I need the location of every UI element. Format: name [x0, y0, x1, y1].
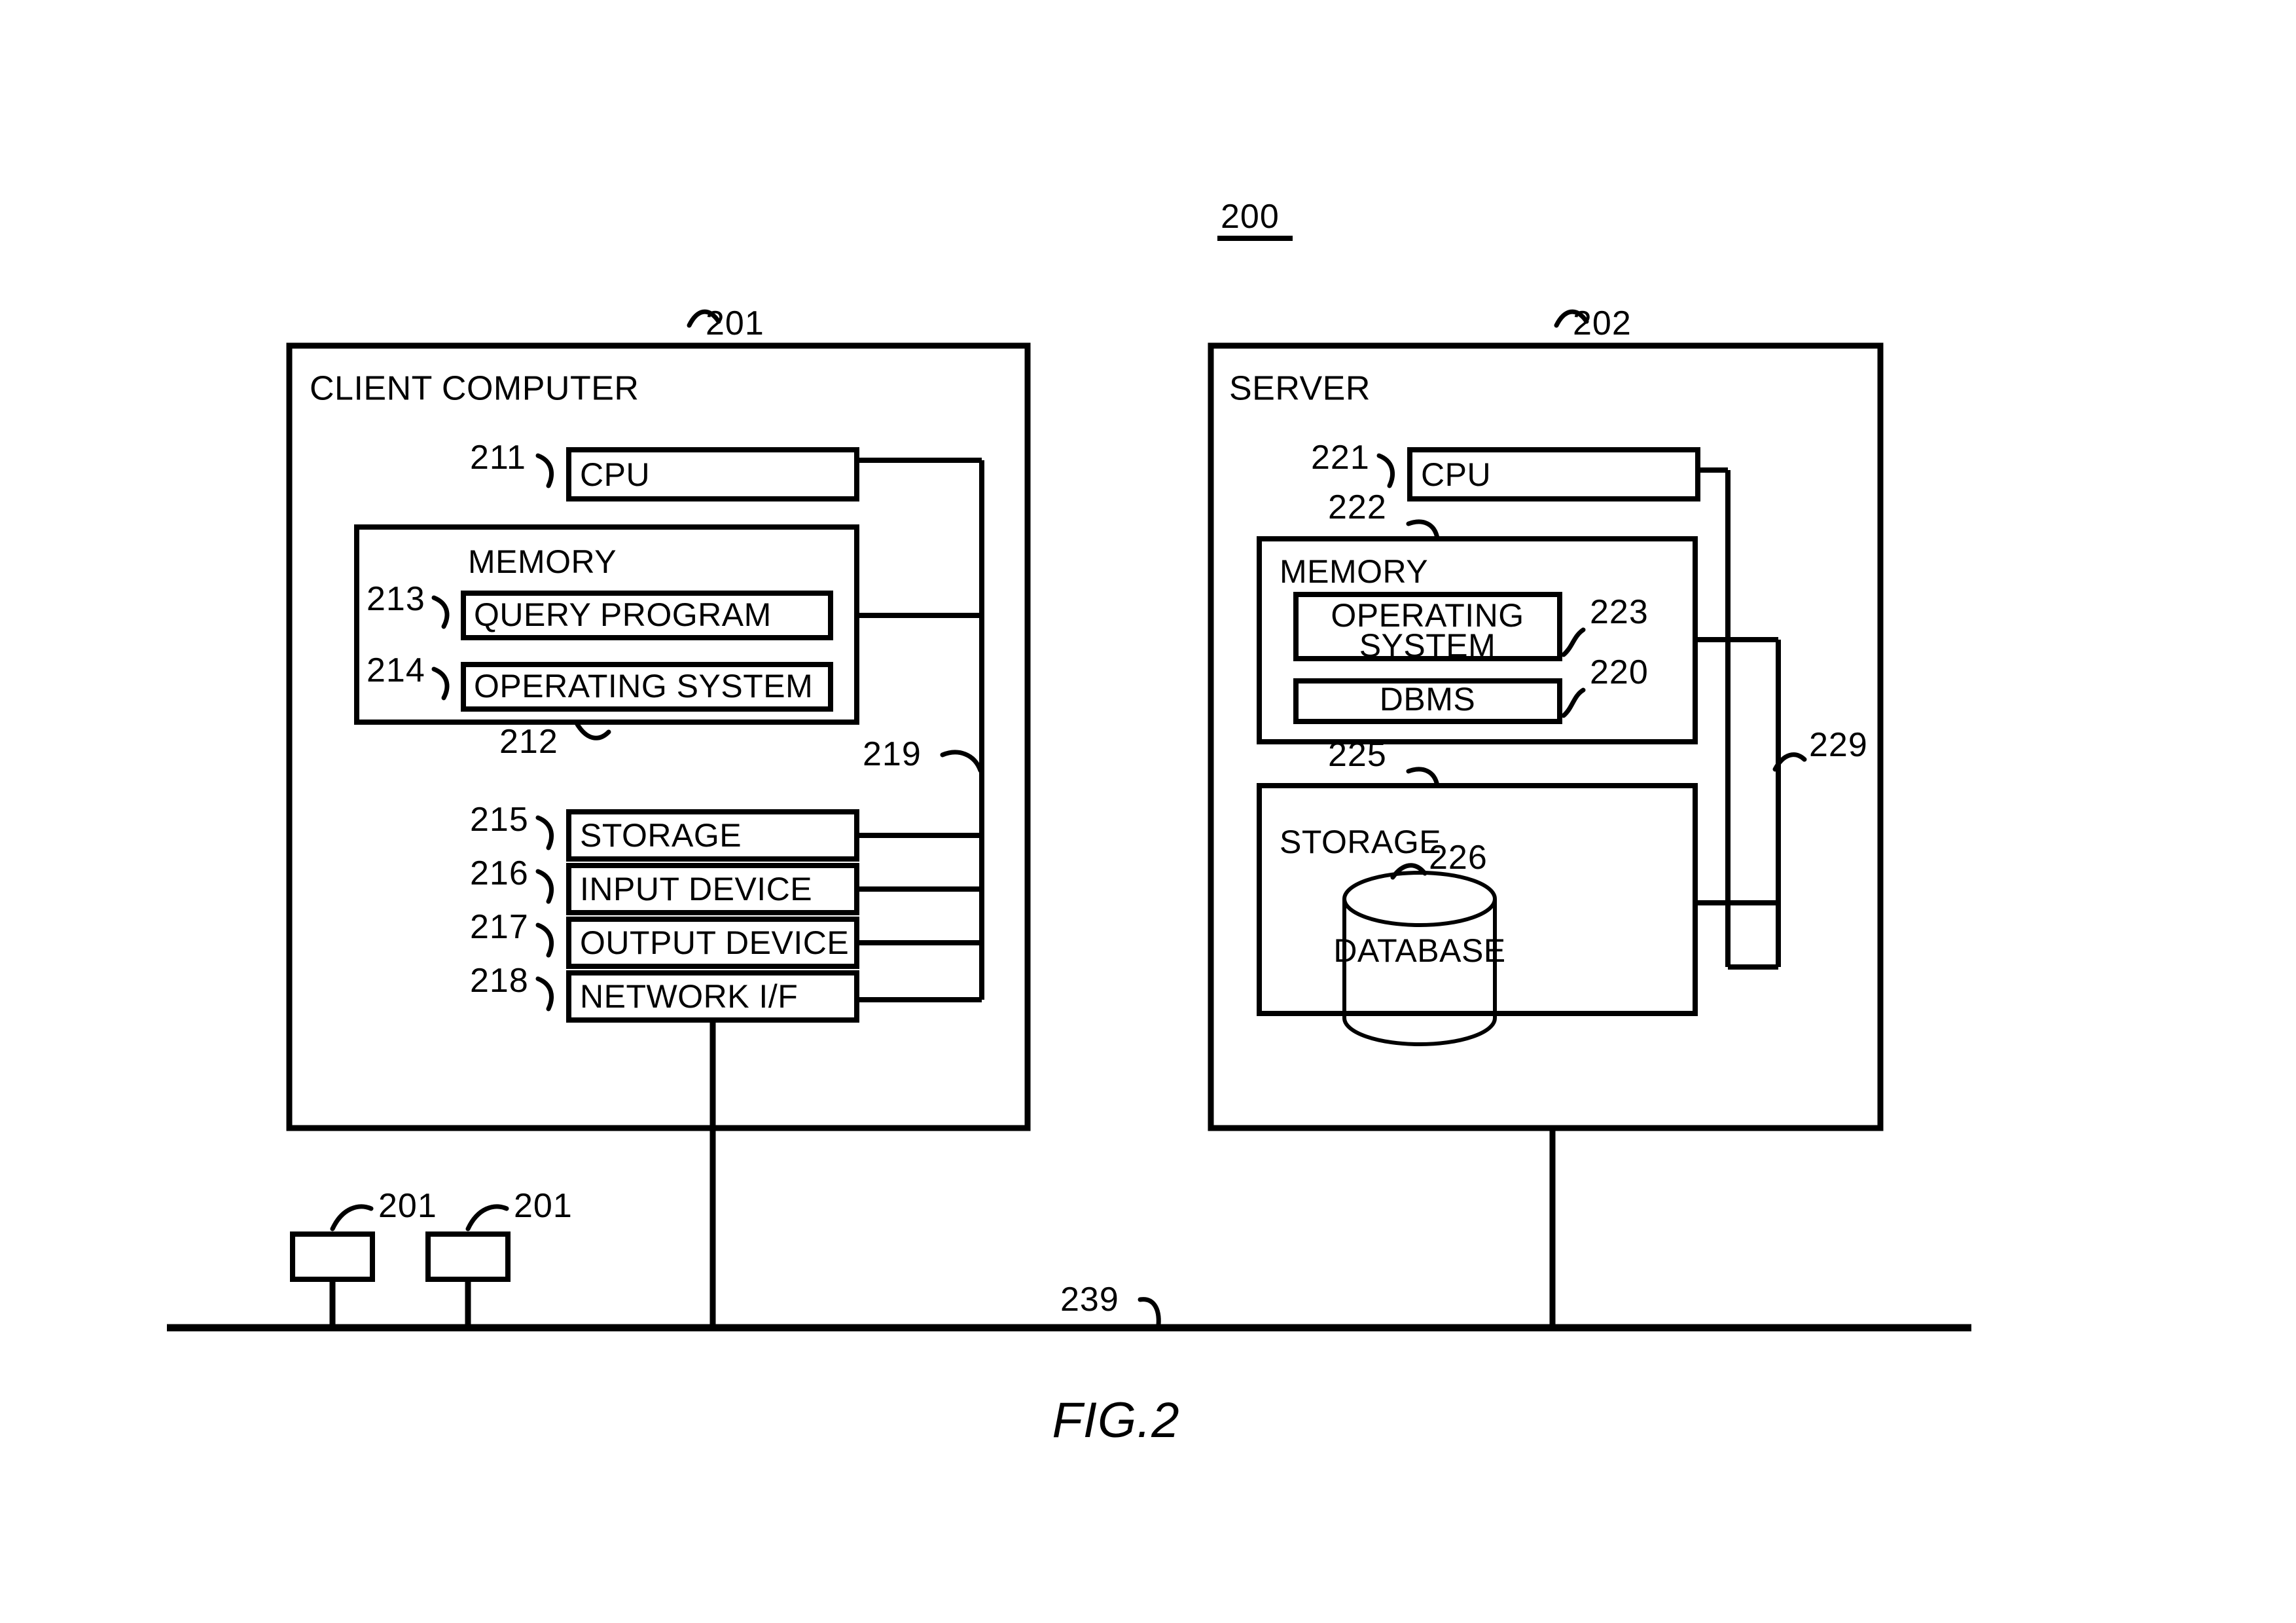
- server-operating-system-ref-leader: [1561, 627, 1586, 657]
- client-cpu-label: CPU: [580, 456, 650, 493]
- network-bus-ref-label: 239: [1060, 1281, 1119, 1319]
- system-ref-200: 200: [1217, 198, 1293, 241]
- server-memory-label: MEMORY: [1280, 553, 1428, 590]
- extra-client-node-box-1: [290, 1231, 375, 1282]
- client-input-device-ref-leader: [535, 869, 554, 904]
- client-storage-label: STORAGE: [580, 817, 742, 854]
- server-cpu-label: CPU: [1421, 456, 1491, 493]
- database-label: DATABASE: [1333, 932, 1505, 969]
- client-output-device-ref-leader: [535, 922, 554, 958]
- extra-client-nodes: 201 201: [290, 1187, 573, 1328]
- client-ref-label: 201: [706, 304, 764, 342]
- client-operating-system-label: OPERATING SYSTEM: [474, 668, 813, 704]
- system-ref-label: 200: [1221, 198, 1280, 236]
- client-memory-label: MEMORY: [468, 543, 617, 580]
- client-input-device-label: INPUT DEVICE: [580, 871, 812, 907]
- client-query-program-ref-label: 213: [367, 580, 425, 618]
- server-memory-ref-label: 222: [1328, 488, 1387, 526]
- server-dbms-ref-label: 220: [1590, 653, 1649, 691]
- client-operating-system-ref-leader: [431, 666, 450, 701]
- client-computer-group: CLIENT COMPUTER 201 CPU 211 MEMORY 212 Q…: [286, 304, 1031, 1328]
- server-operating-system-label-line2: SYSTEM: [1359, 627, 1496, 664]
- client-network-if-ref-label: 218: [470, 962, 529, 1000]
- figure-caption: FIG.2: [1052, 1393, 1179, 1448]
- client-memory-ref-label: 212: [499, 723, 558, 761]
- network-bus-ref-leader: [1138, 1297, 1161, 1328]
- server-memory-ref-leader: [1406, 519, 1440, 541]
- server-title: SERVER: [1229, 370, 1371, 408]
- client-network-if-label: NETWORK I/F: [580, 978, 798, 1015]
- server-bus-ref-label: 229: [1809, 726, 1868, 764]
- client-cpu-ref-leader: [535, 453, 554, 488]
- extra-client-node-ref-label-2: 201: [514, 1187, 573, 1225]
- server-operating-system-ref-label: 223: [1590, 593, 1649, 631]
- client-query-program-ref-leader: [431, 595, 450, 629]
- client-output-device-label: OUTPUT DEVICE: [580, 924, 849, 961]
- server-dbms-ref-leader: [1561, 687, 1586, 718]
- client-input-device-ref-label: 216: [470, 854, 529, 892]
- server-group: SERVER 202 CPU 221 MEMORY 222 OPERATING …: [1208, 304, 1884, 1328]
- server-ref-label: 202: [1573, 304, 1632, 342]
- server-storage-box: [1257, 783, 1698, 1016]
- network-bus-group: 239: [167, 1281, 1971, 1332]
- server-storage-label: STORAGE: [1280, 824, 1441, 860]
- server-storage-ref-label: 225: [1328, 736, 1387, 774]
- extra-client-node-ref-leader-1: [330, 1204, 374, 1231]
- extra-client-node-ref-label-1: 201: [378, 1187, 437, 1225]
- client-storage-ref-leader: [535, 815, 554, 850]
- client-bus-ref-label: 219: [863, 735, 922, 773]
- client-cpu-ref-label: 211: [470, 439, 526, 477]
- extra-client-node-box-2: [425, 1231, 511, 1282]
- client-query-program-label: QUERY PROGRAM: [474, 596, 772, 633]
- extra-client-node-ref-leader-2: [465, 1204, 509, 1231]
- database-ref-label: 226: [1429, 839, 1488, 877]
- client-bus: [857, 458, 984, 1002]
- server-bus: [1695, 467, 1781, 970]
- client-operating-system-ref-label: 214: [367, 651, 425, 689]
- client-network-if-ref-leader: [535, 976, 554, 1012]
- client-storage-ref-label: 215: [470, 801, 529, 839]
- client-bus-ref-leader: [940, 750, 983, 773]
- server-cpu-ref-label: 221: [1311, 439, 1370, 477]
- figure-2-diagram: 200 CLIENT COMPUTER 201 CPU 211 MEMORY 2…: [167, 198, 1971, 1448]
- server-dbms-label: DBMS: [1380, 681, 1475, 718]
- patent-figure: 200 CLIENT COMPUTER 201 CPU 211 MEMORY 2…: [0, 0, 2296, 1623]
- server-cpu-ref-leader: [1376, 453, 1395, 488]
- client-output-device-ref-label: 217: [470, 908, 529, 946]
- client-computer-title: CLIENT COMPUTER: [310, 370, 639, 408]
